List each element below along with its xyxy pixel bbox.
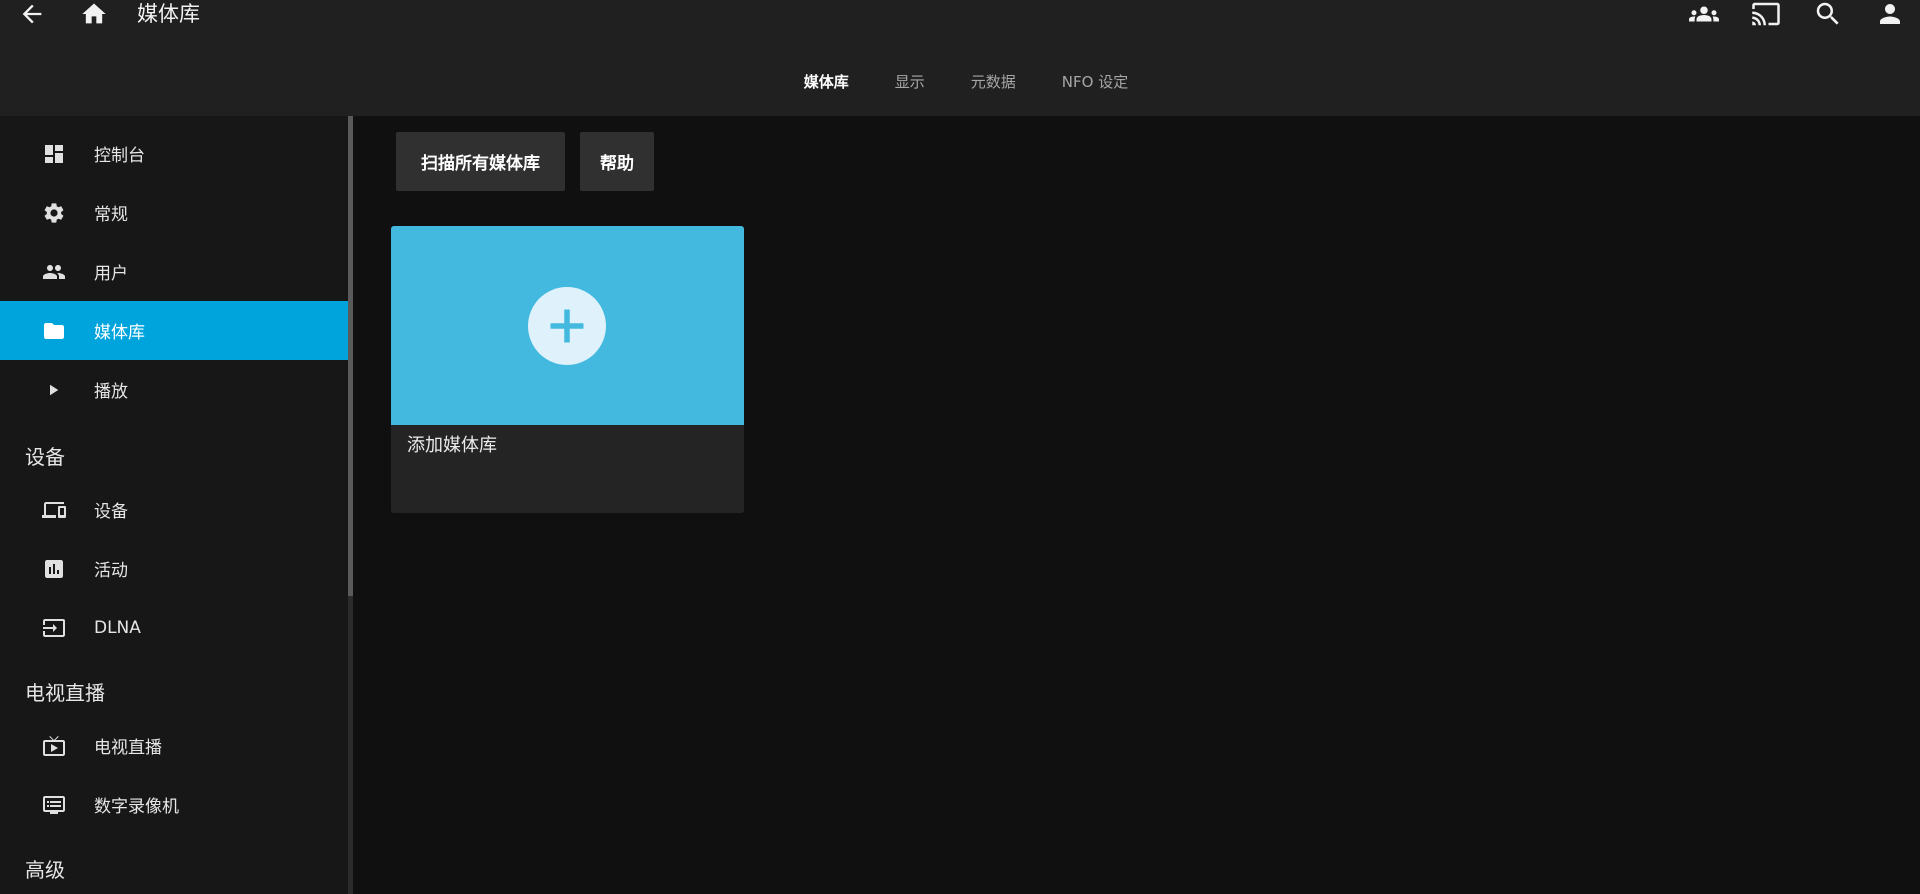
sidebar-item-users[interactable]: 用户 (0, 242, 348, 301)
sync-play-button[interactable] (1686, 0, 1722, 28)
cast-icon (1752, 2, 1780, 26)
sidebar-item-label: 用户 (94, 264, 128, 284)
sidebar: 控制台 常规 用户 媒体库 播放 设备 设备 活动 DLNA 电视直播 电视直播… (0, 116, 348, 894)
main-content: 扫描所有媒体库 帮助 添加媒体库 (353, 116, 1920, 894)
sidebar-item-label: 活动 (94, 561, 128, 581)
dashboard-icon (40, 140, 68, 168)
sidebar-item-playback[interactable]: 播放 (0, 360, 348, 419)
input-icon (40, 614, 68, 642)
folder-icon (40, 317, 68, 345)
tab-metadata[interactable]: 元数据 (948, 68, 1039, 96)
user-menu-button[interactable] (1872, 0, 1908, 28)
help-button[interactable]: 帮助 (580, 132, 654, 191)
arrow-back-icon (22, 4, 42, 24)
sidebar-item-general[interactable]: 常规 (0, 183, 348, 242)
sidebar-item-dlna[interactable]: DLNA (0, 598, 348, 657)
section-heading-advanced: 高级 (25, 858, 65, 882)
scan-all-libraries-button[interactable]: 扫描所有媒体库 (396, 132, 565, 191)
sidebar-item-label: 控制台 (94, 146, 145, 166)
home-button[interactable] (76, 0, 112, 28)
live-tv-icon (40, 732, 68, 760)
user-icon (1880, 4, 1900, 24)
play-icon (40, 376, 68, 404)
sidebar-item-label: 设备 (94, 502, 128, 522)
sidebar-item-label: 媒体库 (94, 323, 145, 343)
sidebar-item-label: 常规 (94, 205, 128, 225)
sidebar-item-label: DLNA (94, 617, 141, 638)
section-heading-live-tv: 电视直播 (25, 681, 105, 705)
sidebar-item-devices[interactable]: 设备 (0, 480, 348, 539)
top-header: 媒体库 媒体库 显示 元数据 NFO 设定 (0, 0, 1920, 116)
devices-icon (40, 496, 68, 524)
gear-icon (40, 199, 68, 227)
people-icon (40, 258, 68, 286)
sidebar-item-dashboard[interactable]: 控制台 (0, 124, 348, 183)
tab-libraries[interactable]: 媒体库 (781, 68, 872, 96)
cast-button[interactable] (1748, 0, 1784, 28)
sidebar-item-activity[interactable]: 活动 (0, 539, 348, 598)
page-title: 媒体库 (137, 2, 200, 26)
add-library-card[interactable]: 添加媒体库 (391, 226, 744, 513)
home-icon (82, 3, 106, 24)
search-icon (1816, 2, 1839, 25)
sidebar-item-live-tv[interactable]: 电视直播 (0, 716, 348, 775)
sidebar-item-libraries[interactable]: 媒体库 (0, 301, 348, 360)
tab-bar: 媒体库 显示 元数据 NFO 设定 (0, 68, 1920, 96)
sidebar-item-label: 数字录像机 (94, 797, 179, 817)
tab-display[interactable]: 显示 (872, 68, 948, 96)
tab-nfo-settings[interactable]: NFO 设定 (1039, 68, 1151, 96)
search-button[interactable] (1810, 0, 1846, 28)
add-library-label: 添加媒体库 (407, 435, 497, 456)
card-cover (391, 226, 744, 425)
header-left: 媒体库 (14, 0, 200, 28)
add-circle-icon (528, 287, 606, 365)
section-heading-devices: 设备 (25, 445, 65, 469)
people-icon (1689, 6, 1719, 22)
sidebar-item-dvr[interactable]: 数字录像机 (0, 775, 348, 834)
activity-chart-icon (40, 555, 68, 583)
back-button[interactable] (14, 0, 50, 28)
plus-icon (550, 309, 584, 343)
sidebar-item-label: 电视直播 (94, 738, 162, 758)
sidebar-item-label: 播放 (94, 382, 128, 402)
header-right (1686, 0, 1908, 28)
dvr-icon (40, 791, 68, 819)
